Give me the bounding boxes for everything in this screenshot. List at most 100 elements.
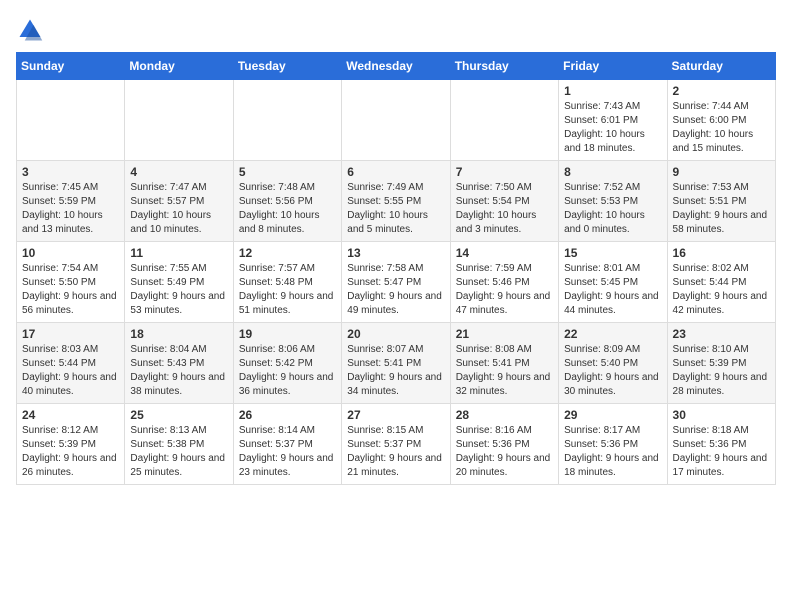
page-header <box>16 16 776 44</box>
calendar-cell: 19 Sunrise: 8:06 AM Sunset: 5:42 PM Dayli… <box>233 323 341 404</box>
day-number: 1 <box>564 84 661 98</box>
day-number: 25 <box>130 408 227 422</box>
calendar-cell: 12 Sunrise: 7:57 AM Sunset: 5:48 PM Dayli… <box>233 242 341 323</box>
day-info: Sunrise: 8:09 AM Sunset: 5:40 PM Dayligh… <box>564 343 661 399</box>
calendar-cell: 17 Sunrise: 8:03 AM Sunset: 5:44 PM Dayli… <box>17 323 125 404</box>
day-info: Sunrise: 7:48 AM Sunset: 5:56 PM Dayligh… <box>239 181 336 237</box>
day-info: Sunrise: 7:53 AM Sunset: 5:51 PM Dayligh… <box>673 181 770 237</box>
day-info: Sunrise: 8:07 AM Sunset: 5:41 PM Dayligh… <box>347 343 444 399</box>
day-number: 29 <box>564 408 661 422</box>
day-info: Sunrise: 7:55 AM Sunset: 5:49 PM Dayligh… <box>130 262 227 318</box>
calendar-cell: 3 Sunrise: 7:45 AM Sunset: 5:59 PM Daylig… <box>17 161 125 242</box>
calendar-cell: 11 Sunrise: 7:55 AM Sunset: 5:49 PM Dayli… <box>125 242 233 323</box>
day-info: Sunrise: 8:13 AM Sunset: 5:38 PM Dayligh… <box>130 424 227 480</box>
calendar-cell <box>342 80 450 161</box>
calendar-cell: 10Sunrise: 7:54 AM Sunset: 5:50 PM Dayli… <box>17 242 125 323</box>
day-info: Sunrise: 7:58 AM Sunset: 5:47 PM Dayligh… <box>347 262 444 318</box>
calendar-cell: 22 Sunrise: 8:09 AM Sunset: 5:40 PM Dayli… <box>559 323 667 404</box>
calendar-cell: 23Sunrise: 8:10 AM Sunset: 5:39 PM Dayli… <box>667 323 775 404</box>
day-number: 20 <box>347 327 444 341</box>
day-number: 27 <box>347 408 444 422</box>
day-number: 24 <box>22 408 119 422</box>
day-number: 26 <box>239 408 336 422</box>
day-info: Sunrise: 8:10 AM Sunset: 5:39 PM Dayligh… <box>673 343 770 399</box>
day-number: 9 <box>673 165 770 179</box>
day-info: Sunrise: 8:12 AM Sunset: 5:39 PM Dayligh… <box>22 424 119 480</box>
day-number: 7 <box>456 165 553 179</box>
day-number: 15 <box>564 246 661 260</box>
day-number: 18 <box>130 327 227 341</box>
day-info: Sunrise: 8:06 AM Sunset: 5:42 PM Dayligh… <box>239 343 336 399</box>
calendar-cell: 7 Sunrise: 7:50 AM Sunset: 5:54 PM Daylig… <box>450 161 558 242</box>
day-info: Sunrise: 8:03 AM Sunset: 5:44 PM Dayligh… <box>22 343 119 399</box>
day-number: 12 <box>239 246 336 260</box>
calendar-cell: 29 Sunrise: 8:17 AM Sunset: 5:36 PM Dayli… <box>559 404 667 485</box>
day-number: 8 <box>564 165 661 179</box>
day-number: 17 <box>22 327 119 341</box>
day-info: Sunrise: 8:02 AM Sunset: 5:44 PM Dayligh… <box>673 262 770 318</box>
day-info: Sunrise: 8:15 AM Sunset: 5:37 PM Dayligh… <box>347 424 444 480</box>
day-info: Sunrise: 7:49 AM Sunset: 5:55 PM Dayligh… <box>347 181 444 237</box>
column-header-thursday: Thursday <box>450 53 558 80</box>
day-number: 28 <box>456 408 553 422</box>
day-info: Sunrise: 7:57 AM Sunset: 5:48 PM Dayligh… <box>239 262 336 318</box>
day-info: Sunrise: 7:59 AM Sunset: 5:46 PM Dayligh… <box>456 262 553 318</box>
column-header-monday: Monday <box>125 53 233 80</box>
calendar-cell: 15 Sunrise: 8:01 AM Sunset: 5:45 PM Dayli… <box>559 242 667 323</box>
calendar-cell: 24 Sunrise: 8:12 AM Sunset: 5:39 PM Dayli… <box>17 404 125 485</box>
calendar-cell: 8 Sunrise: 7:52 AM Sunset: 5:53 PM Daylig… <box>559 161 667 242</box>
calendar-cell: 28Sunrise: 8:16 AM Sunset: 5:36 PM Dayli… <box>450 404 558 485</box>
day-info: Sunrise: 8:14 AM Sunset: 5:37 PM Dayligh… <box>239 424 336 480</box>
column-header-wednesday: Wednesday <box>342 53 450 80</box>
calendar-cell: 13 Sunrise: 7:58 AM Sunset: 5:47 PM Dayli… <box>342 242 450 323</box>
calendar-cell: 27 Sunrise: 8:15 AM Sunset: 5:37 PM Dayli… <box>342 404 450 485</box>
calendar-week-row: 1 Sunrise: 7:43 AM Sunset: 6:01 PM Daylig… <box>17 80 776 161</box>
calendar-cell <box>233 80 341 161</box>
calendar-table: SundayMondayTuesdayWednesdayThursdayFrid… <box>16 52 776 485</box>
day-number: 16 <box>673 246 770 260</box>
day-number: 3 <box>22 165 119 179</box>
day-info: Sunrise: 7:52 AM Sunset: 5:53 PM Dayligh… <box>564 181 661 237</box>
day-number: 30 <box>673 408 770 422</box>
calendar-cell: 25 Sunrise: 8:13 AM Sunset: 5:38 PM Dayli… <box>125 404 233 485</box>
day-info: Sunrise: 7:45 AM Sunset: 5:59 PM Dayligh… <box>22 181 119 237</box>
calendar-cell <box>450 80 558 161</box>
day-number: 4 <box>130 165 227 179</box>
calendar-cell: 6 Sunrise: 7:49 AM Sunset: 5:55 PM Daylig… <box>342 161 450 242</box>
calendar-cell: 2Sunrise: 7:44 AM Sunset: 6:00 PM Daylig… <box>667 80 775 161</box>
logo-icon <box>16 16 44 44</box>
calendar-week-row: 24 Sunrise: 8:12 AM Sunset: 5:39 PM Dayli… <box>17 404 776 485</box>
day-info: Sunrise: 8:08 AM Sunset: 5:41 PM Dayligh… <box>456 343 553 399</box>
day-number: 11 <box>130 246 227 260</box>
logo <box>16 16 48 44</box>
day-info: Sunrise: 7:43 AM Sunset: 6:01 PM Dayligh… <box>564 100 661 156</box>
day-info: Sunrise: 7:47 AM Sunset: 5:57 PM Dayligh… <box>130 181 227 237</box>
calendar-cell: 1 Sunrise: 7:43 AM Sunset: 6:01 PM Daylig… <box>559 80 667 161</box>
day-info: Sunrise: 8:01 AM Sunset: 5:45 PM Dayligh… <box>564 262 661 318</box>
calendar-week-row: 10Sunrise: 7:54 AM Sunset: 5:50 PM Dayli… <box>17 242 776 323</box>
column-header-friday: Friday <box>559 53 667 80</box>
day-number: 13 <box>347 246 444 260</box>
calendar-cell: 9 Sunrise: 7:53 AM Sunset: 5:51 PM Daylig… <box>667 161 775 242</box>
calendar-cell: 30 Sunrise: 8:18 AM Sunset: 5:36 PM Dayli… <box>667 404 775 485</box>
day-number: 6 <box>347 165 444 179</box>
day-number: 14 <box>456 246 553 260</box>
calendar-cell: 21 Sunrise: 8:08 AM Sunset: 5:41 PM Dayli… <box>450 323 558 404</box>
day-info: Sunrise: 7:50 AM Sunset: 5:54 PM Dayligh… <box>456 181 553 237</box>
day-number: 19 <box>239 327 336 341</box>
calendar-cell: 20 Sunrise: 8:07 AM Sunset: 5:41 PM Dayli… <box>342 323 450 404</box>
calendar-cell: 14 Sunrise: 7:59 AM Sunset: 5:46 PM Dayli… <box>450 242 558 323</box>
calendar-cell <box>125 80 233 161</box>
calendar-header-row: SundayMondayTuesdayWednesdayThursdayFrid… <box>17 53 776 80</box>
day-number: 21 <box>456 327 553 341</box>
calendar-cell: 18Sunrise: 8:04 AM Sunset: 5:43 PM Dayli… <box>125 323 233 404</box>
calendar-week-row: 17 Sunrise: 8:03 AM Sunset: 5:44 PM Dayli… <box>17 323 776 404</box>
column-header-tuesday: Tuesday <box>233 53 341 80</box>
column-header-saturday: Saturday <box>667 53 775 80</box>
day-info: Sunrise: 7:44 AM Sunset: 6:00 PM Dayligh… <box>673 100 770 156</box>
day-number: 22 <box>564 327 661 341</box>
day-info: Sunrise: 8:17 AM Sunset: 5:36 PM Dayligh… <box>564 424 661 480</box>
day-number: 5 <box>239 165 336 179</box>
day-info: Sunrise: 8:18 AM Sunset: 5:36 PM Dayligh… <box>673 424 770 480</box>
calendar-cell <box>17 80 125 161</box>
